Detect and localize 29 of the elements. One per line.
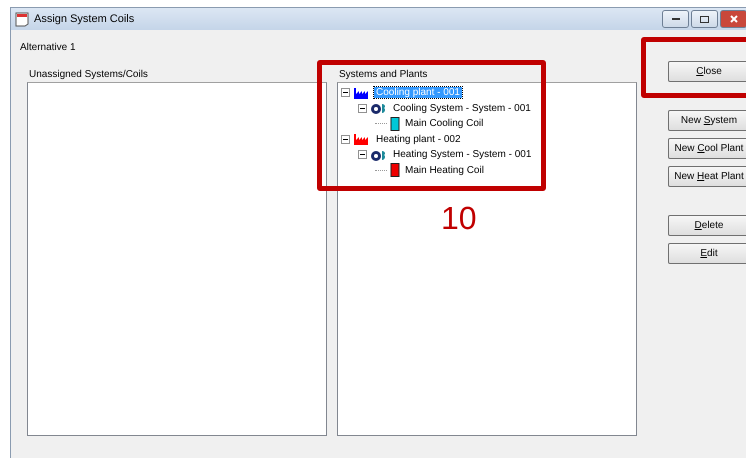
tree-item[interactable]: Main Heating Coil [403,164,486,176]
close-button[interactable] [720,10,746,28]
collapse-icon[interactable] [358,150,367,160]
dialog-button[interactable]: Delete [668,215,746,236]
tree-item[interactable]: Cooling System - System - 001 [391,102,533,114]
list-label: Unassigned Systems/Coils [28,69,149,82]
minimize-button[interactable] [662,10,689,28]
maximize-icon [700,16,709,22]
dialog-button[interactable]: Close [668,61,746,82]
alternative-label: Alternative 1 [20,42,77,55]
fan-icon [370,148,388,161]
window-title: Assign System Coils [34,13,134,25]
collapse-icon[interactable] [358,104,367,113]
maximize-button[interactable] [691,10,718,28]
minimize-icon [672,18,680,20]
collapse-icon[interactable] [341,88,350,98]
tree-item[interactable]: Main Cooling Coil [403,118,486,130]
document-icon [15,12,29,26]
tree-label: Systems and Plants [338,69,428,82]
dialog-button[interactable]: New Cool Plant [668,138,746,159]
annotation-number: 10 [441,200,477,237]
dialog-button[interactable]: Edit [668,243,746,264]
collapse-icon[interactable] [341,134,350,144]
tree-item[interactable]: Heating plant - 002 [374,134,463,145]
tree-item[interactable]: Heating System - System - 001 [391,149,534,160]
dialog-button[interactable]: New Heat Plant [668,166,746,187]
fan-icon [370,102,388,114]
close-icon [730,15,738,23]
dialog-button[interactable]: New System [668,110,746,131]
